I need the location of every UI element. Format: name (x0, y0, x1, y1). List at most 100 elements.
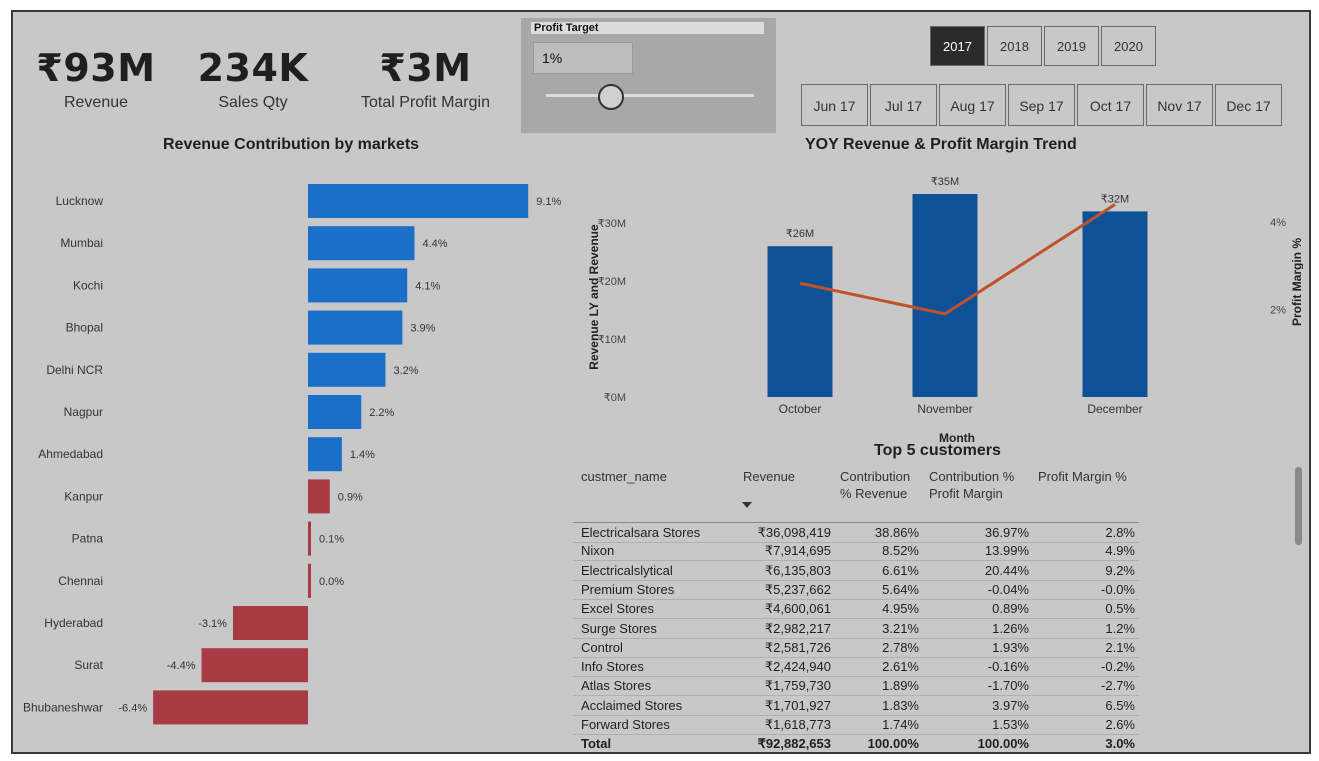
column-header-revenue[interactable]: Revenue (743, 468, 795, 485)
table-cell: 6.5% (1105, 697, 1135, 713)
market-category-label: Kochi (73, 278, 103, 292)
table-cell: 8.52% (882, 543, 919, 559)
table-cell: Control (581, 639, 623, 655)
table-cell: -0.16% (987, 659, 1029, 675)
column-header-contribution-margin[interactable]: Contribution % Profit Margin (929, 468, 1029, 502)
month-button-jun-17[interactable]: Jun 17 (801, 84, 868, 126)
table-row[interactable]: Acclaimed Stores ₹1,701,927 1.83% 3.97% 6.5% (573, 696, 1139, 716)
market-bar[interactable] (308, 395, 362, 429)
profit-target-slider-track[interactable] (546, 94, 754, 97)
market-value-label: 3.2% (393, 365, 418, 377)
table-cell: ₹1,701,927 (764, 697, 831, 713)
kpi-sales-qty-label: Sales Qty (218, 94, 288, 111)
y-tick-label: ₹0M (604, 392, 626, 404)
table-cell: 3.21% (882, 620, 919, 636)
revenue-bar[interactable] (1082, 211, 1148, 397)
month-button-sep-17[interactable]: Sep 17 (1008, 84, 1075, 126)
table-cell: Electricalsara Stores (581, 525, 701, 540)
y2-axis-title: Profit Margin % (1290, 238, 1303, 326)
table-cell: 1.93% (992, 639, 1029, 655)
market-bar[interactable] (201, 648, 308, 683)
profit-target-slider-handle[interactable] (598, 84, 624, 110)
table-row[interactable]: Control ₹2,581,726 2.78% 1.93% 2.1% (573, 638, 1139, 658)
market-bar[interactable] (232, 606, 308, 640)
market-category-label: Patna (72, 532, 104, 546)
month-button-nov-17[interactable]: Nov 17 (1146, 84, 1213, 126)
table-cell: 3.97% (992, 697, 1029, 713)
market-value-label: -4.4% (167, 660, 196, 672)
table-row[interactable]: Atlas Stores ₹1,759,730 1.89% -1.70% -2.7% (573, 676, 1139, 697)
table-cell: 0.89% (992, 601, 1029, 617)
table-cell: 4.9% (1105, 543, 1135, 559)
market-bar[interactable] (153, 690, 308, 725)
table-cell: 1.83% (882, 697, 919, 713)
kpi-profit-margin: ₹3M Total Profit Margin (348, 46, 503, 112)
table-cell: Excel Stores (581, 601, 654, 617)
revenue-data-label: ₹26M (786, 228, 814, 240)
table-row[interactable]: Forward Stores ₹1,618,773 1.74% 1.53% 2.6% (573, 715, 1139, 735)
kpi-profit-margin-label: Total Profit Margin (361, 94, 490, 111)
table-row[interactable]: Info Stores ₹2,424,940 2.61% -0.16% -0.2% (573, 657, 1139, 678)
table-cell: Acclaimed Stores (581, 697, 683, 713)
month-button-dec-17[interactable]: Dec 17 (1215, 84, 1282, 126)
year-button-2018[interactable]: 2018 (987, 26, 1042, 66)
market-chart-title: Revenue Contribution by markets (163, 136, 420, 153)
market-bar[interactable] (308, 310, 403, 345)
trend-chart-title: YOY Revenue & Profit Margin Trend (805, 136, 1077, 153)
revenue-bar[interactable] (912, 194, 978, 397)
market-bar[interactable] (308, 184, 529, 218)
month-button-jul-17[interactable]: Jul 17 (870, 84, 937, 126)
market-bar[interactable] (308, 352, 386, 387)
market-value-label: 4.4% (422, 238, 447, 250)
table-cell: 2.8% (1105, 525, 1135, 540)
profit-target-input[interactable]: 1% (533, 42, 633, 74)
table-cell: ₹6,135,803 (764, 562, 831, 578)
table-cell: 2.1% (1105, 639, 1135, 655)
table-row[interactable]: Surge Stores ₹2,982,217 3.21% 1.26% 1.2% (573, 619, 1139, 639)
market-bar[interactable] (308, 521, 311, 556)
table-cell: Electricalslytical (581, 562, 673, 578)
market-bar[interactable] (308, 479, 330, 514)
sort-descending-icon[interactable] (742, 502, 752, 510)
column-header-customer[interactable]: custmer_name (581, 468, 667, 485)
table-cell: 2.6% (1105, 717, 1135, 732)
table-row[interactable]: Premium Stores ₹5,237,662 5.64% -0.04% -0.0% (573, 580, 1139, 600)
year-button-2019[interactable]: 2019 (1044, 26, 1099, 66)
table-row[interactable]: Excel Stores ₹4,600,061 4.95% 0.89% 0.5% (573, 599, 1139, 620)
market-bar[interactable] (308, 437, 342, 472)
table-total-row[interactable]: Total ₹92,882,653 100.00% 100.00% 3.0% (573, 734, 1139, 753)
table-cell: 20.44% (984, 562, 1029, 578)
table-cell: 5.64% (882, 581, 919, 597)
revenue-bar[interactable] (767, 246, 833, 397)
table-row[interactable]: Nixon ₹7,914,695 8.52% 13.99% 4.9% (573, 541, 1139, 562)
market-value-label: 0.1% (319, 534, 344, 546)
market-category-label: Mumbai (60, 236, 103, 250)
market-category-label: Lucknow (56, 194, 104, 208)
market-value-label: 0.0% (319, 576, 344, 588)
table-cell: Total (581, 736, 612, 752)
table-row[interactable]: Electricalsara Stores ₹36,098,419 38.86% 36… (573, 522, 1139, 543)
kpi-revenue-label: Revenue (63, 94, 129, 111)
y2-tick-label: 4% (1270, 217, 1286, 229)
year-button-2017[interactable]: 2017 (930, 26, 985, 66)
table-header: custmer_name Revenue Contribution % Reve… (573, 464, 1139, 512)
market-bar[interactable] (308, 563, 311, 598)
column-header-profit-margin[interactable]: Profit Margin % (1038, 468, 1127, 485)
table-cell: Premium Stores (581, 581, 675, 597)
market-value-label: -3.1% (198, 618, 227, 630)
table-scrollbar[interactable] (1295, 467, 1302, 545)
table-cell: 1.89% (882, 678, 919, 694)
profit-target-slicer: Profit Target 1% (521, 18, 776, 133)
market-bar[interactable] (308, 268, 408, 303)
year-button-2020[interactable]: 2020 (1101, 26, 1156, 66)
market-bar[interactable] (308, 226, 415, 261)
table-cell: ₹1,759,730 (764, 678, 831, 694)
month-button-oct-17[interactable]: Oct 17 (1077, 84, 1144, 126)
kpi-sales-qty: 234K Sales Qty (188, 46, 318, 112)
table-row[interactable]: Electricalslytical ₹6,135,803 6.61% 20.44% 9… (573, 561, 1139, 581)
market-category-label: Bhopal (66, 321, 103, 335)
column-header-contribution-revenue[interactable]: Contribution % Revenue (840, 468, 920, 502)
kpi-revenue-value: ₹93M (36, 46, 156, 90)
month-button-aug-17[interactable]: Aug 17 (939, 84, 1006, 126)
table-cell: ₹5,237,662 (764, 581, 831, 597)
